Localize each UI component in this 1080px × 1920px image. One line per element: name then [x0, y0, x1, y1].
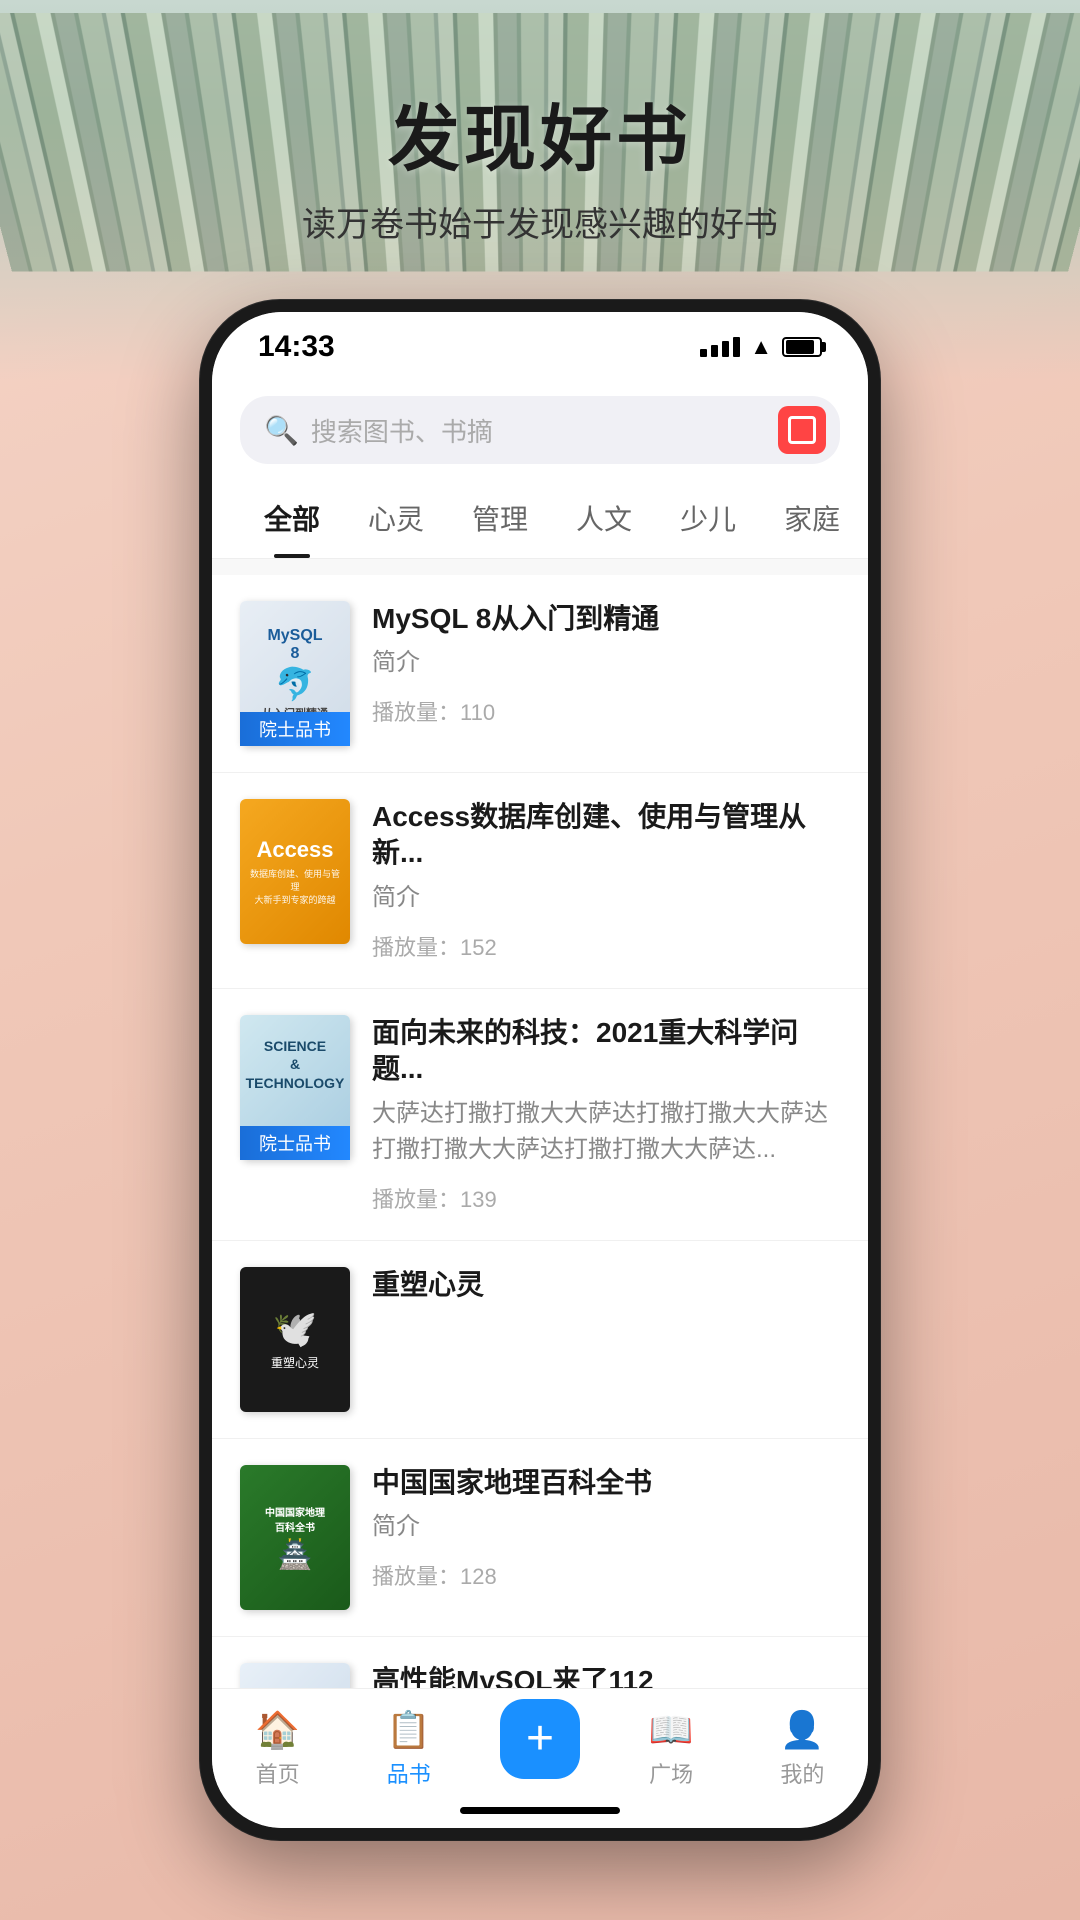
nav-item-profile[interactable]: 👤 我的: [762, 1709, 842, 1789]
signal-dot-1: [700, 349, 707, 357]
cover-access-sub: 数据库创建、使用与管理大新手到专家的跨越: [246, 867, 344, 906]
book-plays: 播放量：128: [372, 1559, 840, 1591]
nav-item-books[interactable]: 📋 品书: [369, 1709, 449, 1789]
nav-item-home[interactable]: 🏠 首页: [238, 1709, 318, 1789]
book-desc: 简介: [372, 880, 840, 916]
book-title: 高性能MySQL来了112: [372, 1663, 840, 1691]
nav-label-books: 品书: [387, 1757, 431, 1789]
book-title: 重塑心灵: [372, 1267, 840, 1303]
search-input[interactable]: 搜索图书、书摘: [311, 412, 816, 449]
cover-dolphin: 🐬: [275, 665, 315, 703]
list-item[interactable]: Access 数据库创建、使用与管理大新手到专家的跨越 Access数据库创建、…: [212, 773, 868, 989]
status-time: 14:33: [258, 330, 335, 364]
page-title-main: 发现好书: [0, 80, 1080, 185]
book-cover-wrap: MySQL8 🐬 从入门到精通 院士品书: [240, 601, 350, 746]
category-tabs: 全部 心灵 管理 人文 少儿 家庭 创业: [212, 478, 868, 559]
book-cover-hperf: 🦅 高性能MySQL: [240, 1663, 350, 1691]
home-icon: 🏠: [255, 1709, 300, 1751]
badge-academician: 院士品书: [240, 1126, 350, 1160]
cover-mind-title: 重塑心灵: [271, 1354, 319, 1371]
signal-dot-4: [733, 337, 740, 357]
book-cover-access: Access 数据库创建、使用与管理大新手到专家的跨越: [240, 799, 350, 944]
badge-academician: 院士品书: [240, 712, 350, 746]
signal-dots: [700, 337, 740, 357]
list-item[interactable]: SCIENCE&TECHNOLOGY 面向未来的科技 院士品书 面向未来的科技：…: [212, 989, 868, 1241]
book-info: 重塑心灵: [372, 1267, 840, 1303]
phone-container: 14:33 ▲ 🔍 搜: [200, 300, 880, 1840]
book-cover-geo: 中国国家地理百科全书 🏯: [240, 1465, 350, 1610]
page-title-sub: 读万卷书始于发现感兴趣的好书: [0, 197, 1080, 246]
book-info: 高性能MySQL来了112: [372, 1663, 840, 1691]
nav-label-home: 首页: [256, 1757, 300, 1789]
book-plays: 播放量：110: [372, 695, 840, 727]
profile-icon: 👤: [780, 1709, 825, 1751]
nav-label-square: 广场: [649, 1757, 693, 1789]
status-icons: ▲: [700, 334, 822, 360]
book-cover-wrap: 中国国家地理百科全书 🏯: [240, 1465, 350, 1610]
book-title: MySQL 8从入门到精通: [372, 601, 840, 637]
book-desc: 简介: [372, 1509, 840, 1545]
add-button[interactable]: +: [500, 1699, 580, 1779]
cover-mind-bird: 🕊️: [273, 1308, 318, 1350]
book-cover-mind: 🕊️ 重塑心灵: [240, 1267, 350, 1412]
cover-geo-title: 中国国家地理百科全书: [265, 1504, 325, 1534]
book-plays: 播放量：139: [372, 1182, 840, 1214]
book-desc: 简介: [372, 645, 840, 681]
books-icon: 📋: [386, 1709, 431, 1751]
book-title: 中国国家地理百科全书: [372, 1465, 840, 1501]
home-indicator: [460, 1807, 620, 1814]
book-info: Access数据库创建、使用与管理从新... 简介 播放量：152: [372, 799, 840, 962]
list-item[interactable]: MySQL8 🐬 从入门到精通 院士品书 MySQL 8从入门到精通 简介 播放…: [212, 575, 868, 773]
list-item[interactable]: 🦅 高性能MySQL 高性能MySQL来了112: [212, 1637, 868, 1691]
list-item[interactable]: 中国国家地理百科全书 🏯 中国国家地理百科全书 简介 播放量：128: [212, 1439, 868, 1637]
tab-family[interactable]: 家庭: [760, 478, 864, 558]
book-cover-wrap: Access 数据库创建、使用与管理大新手到专家的跨越: [240, 799, 350, 944]
tab-startup[interactable]: 创业: [864, 478, 868, 558]
scan-button[interactable]: [778, 406, 826, 454]
scan-icon: [788, 416, 816, 444]
page-header: 发现好书 读万卷书始于发现感兴趣的好书: [0, 80, 1080, 246]
book-cover-wrap: 🦅 高性能MySQL: [240, 1663, 350, 1691]
signal-dot-3: [722, 341, 729, 357]
book-info: 面向未来的科技：2021重大科学问题... 大萨达打撒打撒大大萨达打撒打撒大大萨…: [372, 1015, 840, 1214]
book-title: Access数据库创建、使用与管理从新...: [372, 799, 840, 872]
nav-item-add[interactable]: +: [500, 1699, 580, 1799]
book-info: 中国国家地理百科全书 简介 播放量：128: [372, 1465, 840, 1591]
book-list: MySQL8 🐬 从入门到精通 院士品书 MySQL 8从入门到精通 简介 播放…: [212, 575, 868, 1691]
status-bar: 14:33 ▲: [212, 312, 868, 382]
book-plays: 播放量：152: [372, 930, 840, 962]
cover-access-title: Access: [256, 837, 333, 863]
signal-dot-2: [711, 345, 718, 357]
tab-children[interactable]: 少儿: [656, 478, 760, 558]
battery-icon: [782, 337, 822, 357]
tab-humanities[interactable]: 人文: [552, 478, 656, 558]
book-desc: 大萨达打撒打撒大大萨达打撒打撒大大萨达打撒打撒大大萨达打撒打撒大大萨达...: [372, 1096, 840, 1168]
tab-all[interactable]: 全部: [240, 478, 344, 558]
phone-screen: 14:33 ▲ 🔍 搜: [212, 312, 868, 1828]
nav-item-square[interactable]: 📖 广场: [631, 1709, 711, 1789]
book-title: 面向未来的科技：2021重大科学问题...: [372, 1015, 840, 1088]
list-item[interactable]: 🕊️ 重塑心灵 重塑心灵: [212, 1241, 868, 1439]
wifi-icon: ▲: [750, 334, 772, 360]
cover-logo: MySQL8: [267, 627, 322, 663]
tab-management[interactable]: 管理: [448, 478, 552, 558]
cover-geo-img: 🏯: [278, 1538, 313, 1571]
nav-label-profile: 我的: [780, 1757, 824, 1789]
cover-science-title: SCIENCE&TECHNOLOGY: [246, 1037, 345, 1092]
search-section: 🔍 搜索图书、书摘: [212, 382, 868, 478]
search-icon: 🔍: [264, 414, 299, 447]
battery-fill: [786, 340, 814, 354]
phone-frame: 14:33 ▲ 🔍 搜: [200, 300, 880, 1840]
book-info: MySQL 8从入门到精通 简介 播放量：110: [372, 601, 840, 727]
book-cover-wrap: SCIENCE&TECHNOLOGY 面向未来的科技 院士品书: [240, 1015, 350, 1160]
tab-mind[interactable]: 心灵: [344, 478, 448, 558]
book-cover-wrap: 🕊️ 重塑心灵: [240, 1267, 350, 1412]
square-icon: 📖: [649, 1709, 694, 1751]
search-bar[interactable]: 🔍 搜索图书、书摘: [240, 396, 840, 464]
